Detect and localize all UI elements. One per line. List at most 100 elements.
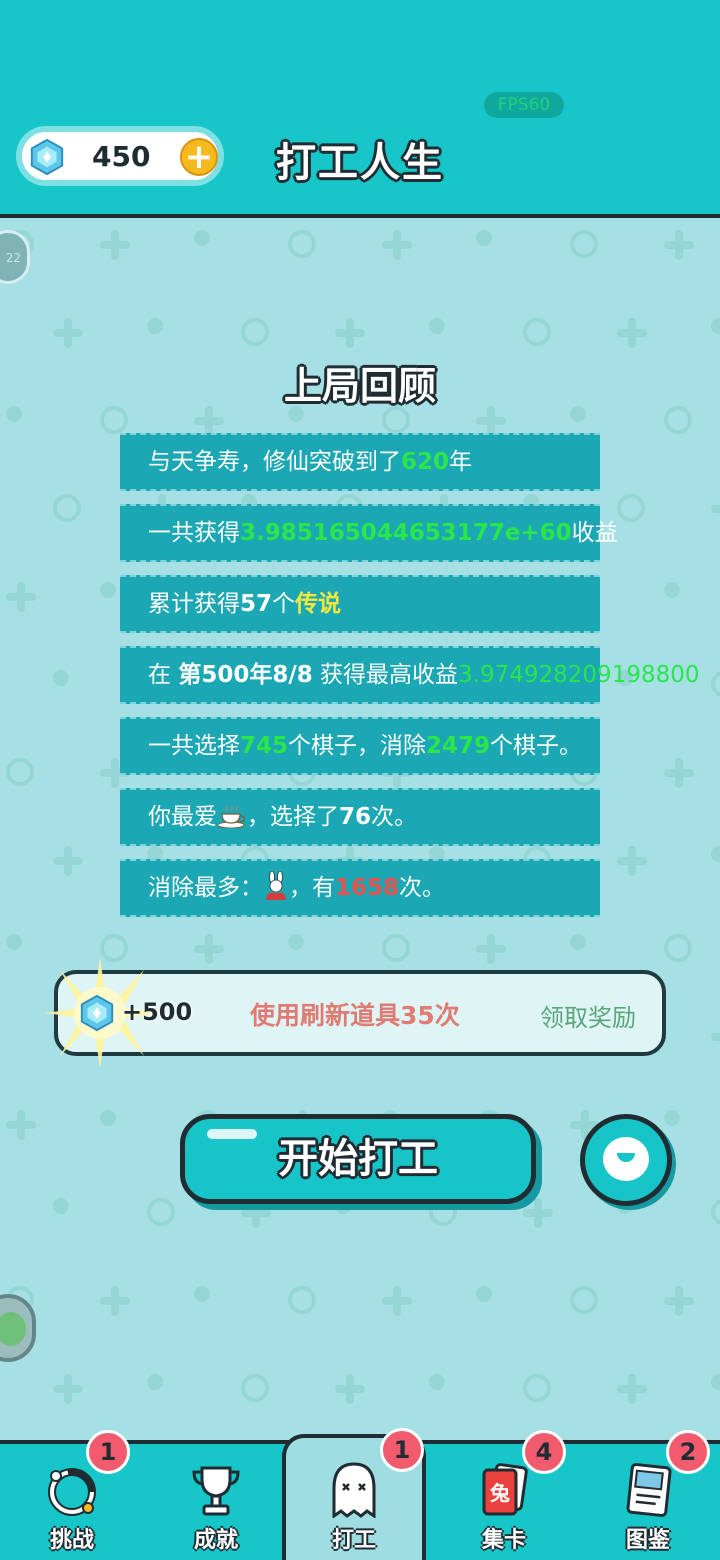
nav-item-cards[interactable]: 兔 集卡 4 — [432, 1430, 576, 1560]
top-header: FPS60 450 + 打工人生 — [0, 0, 720, 218]
bg-ring-shape — [523, 318, 551, 346]
gem-balance[interactable]: 450 + — [16, 126, 224, 186]
bg-dot-shape — [570, 934, 586, 950]
bg-plus-shape — [664, 230, 694, 260]
teacup-icon — [217, 804, 245, 828]
bg-plus-shape — [6, 582, 36, 612]
bg-ring-shape — [664, 934, 692, 962]
bg-plus-shape — [335, 318, 365, 348]
rabbit-icon — [266, 871, 286, 900]
trophy-icon — [192, 1466, 240, 1516]
add-gems-button[interactable]: + — [180, 138, 218, 176]
nav-item-work[interactable]: 打工 1 — [282, 1428, 426, 1560]
bg-dot-shape — [711, 846, 720, 862]
challenge-icon — [48, 1468, 96, 1516]
bg-plus-shape — [382, 1286, 412, 1316]
bg-dot-shape — [476, 1286, 492, 1302]
nav-item-challenge[interactable]: 挑战 1 — [0, 1430, 144, 1560]
gem-icon — [80, 994, 114, 1032]
nav-badge-cards: 4 — [522, 1430, 566, 1474]
book-icon — [626, 1463, 672, 1517]
bg-ring-shape — [617, 494, 645, 522]
bg-ring-shape — [6, 758, 34, 786]
bg-plus-shape — [476, 406, 506, 436]
bg-ring-shape — [570, 230, 598, 258]
bg-dot-shape — [429, 1374, 445, 1390]
bg-plus-shape — [194, 934, 224, 964]
bg-plus-shape — [711, 494, 720, 524]
bottom-navigation: 挑战 1 成就 打工 1 兔 集卡 4 图鉴 2 — [0, 1428, 720, 1560]
bg-ring-shape — [288, 230, 316, 258]
bg-dot-shape — [147, 1374, 163, 1390]
bg-ring-shape — [241, 1374, 269, 1402]
bg-plus-shape — [100, 1286, 130, 1316]
bg-ring-shape — [711, 1198, 720, 1226]
bg-plus-shape — [523, 1198, 553, 1228]
bg-plus-shape — [664, 1286, 694, 1316]
bg-ring-shape — [241, 318, 269, 346]
bg-dot-shape — [194, 1286, 210, 1302]
ghost-icon — [332, 1462, 376, 1518]
bg-ring-shape — [53, 494, 81, 522]
bg-dot-shape — [194, 230, 210, 246]
bg-dot-shape — [100, 582, 116, 598]
bg-dot-shape — [664, 1110, 680, 1126]
nav-item-achievement[interactable]: 成就 — [144, 1444, 288, 1560]
bg-ring-shape — [382, 406, 410, 434]
gem-icon — [30, 138, 64, 176]
nav-label-challenge: 挑战 — [49, 1528, 94, 1553]
chat-button[interactable] — [580, 1114, 672, 1206]
bg-plus-shape — [617, 846, 647, 876]
bg-ring-shape — [100, 406, 128, 434]
claim-reward-button[interactable]: 领取奖励 — [540, 998, 636, 1033]
bg-ring-shape — [288, 1286, 316, 1314]
bg-ring-shape — [711, 670, 720, 698]
stat-row-highest-income: 在 第500年8/8 获得最高收益3.974928209198800 — [120, 646, 700, 704]
reward-task-text: 使用刷新道具35次 — [250, 1001, 460, 1030]
bg-dot-shape — [664, 582, 680, 598]
nav-badge-work: 1 — [380, 1428, 424, 1472]
nav-item-collection[interactable]: 图鉴 2 — [576, 1430, 720, 1560]
stat-row-cultivation: 与天争寿，修仙突破到了620年 — [120, 433, 600, 491]
bg-plus-shape — [53, 846, 83, 876]
nav-label-work: 打工 — [331, 1528, 376, 1553]
bg-plus-shape — [476, 934, 506, 964]
stat-row-legendary: 累计获得57个传说 — [120, 575, 600, 633]
stat-row-most-eliminated: 消除最多： ，有1658次。 — [120, 859, 600, 917]
bg-plus-shape — [53, 1374, 83, 1404]
stat-row-pieces: 一共选择745个棋子，消除2479个棋子。 — [120, 717, 600, 775]
bg-plus-shape — [711, 1022, 720, 1052]
bg-plus-shape — [617, 318, 647, 348]
bg-ring-shape — [382, 934, 410, 962]
bg-dot-shape — [6, 934, 22, 950]
bg-dot-shape — [100, 1110, 116, 1126]
bg-dot-shape — [429, 318, 445, 334]
bg-ring-shape — [570, 1286, 598, 1314]
bg-ring-shape — [664, 406, 692, 434]
bg-plus-shape — [335, 1374, 365, 1404]
nav-label-cards: 集卡 — [481, 1528, 526, 1553]
bg-plus-shape — [664, 758, 694, 788]
bg-ring-shape — [147, 1198, 175, 1226]
frog-icon — [0, 1312, 26, 1346]
bg-ring-shape — [523, 1374, 551, 1402]
app-title: 打工人生 — [276, 140, 444, 186]
start-work-button[interactable]: 开始打工 — [180, 1114, 536, 1204]
bg-plus-shape — [617, 1374, 647, 1404]
bg-plus-shape — [382, 230, 412, 260]
card-text: 兔 — [489, 1481, 510, 1505]
nav-label-collection: 图鉴 — [625, 1528, 670, 1553]
bg-plus-shape — [194, 406, 224, 436]
reward-amount: +500 — [122, 998, 193, 1026]
fps-badge: FPS60 — [484, 92, 564, 118]
bg-dot-shape — [711, 318, 720, 334]
stat-row-favorite: 你最爱 ，选择了76次。 — [120, 788, 600, 846]
bg-plus-shape — [6, 1110, 36, 1140]
nav-label-achievement: 成就 — [193, 1528, 238, 1553]
bg-dot-shape — [288, 934, 304, 950]
bg-dot-shape — [53, 1198, 69, 1214]
bg-dot-shape — [53, 670, 69, 686]
start-work-label: 开始打工 — [278, 1136, 438, 1182]
review-title: 上局回顾 — [283, 364, 436, 408]
bg-dot-shape — [147, 318, 163, 334]
